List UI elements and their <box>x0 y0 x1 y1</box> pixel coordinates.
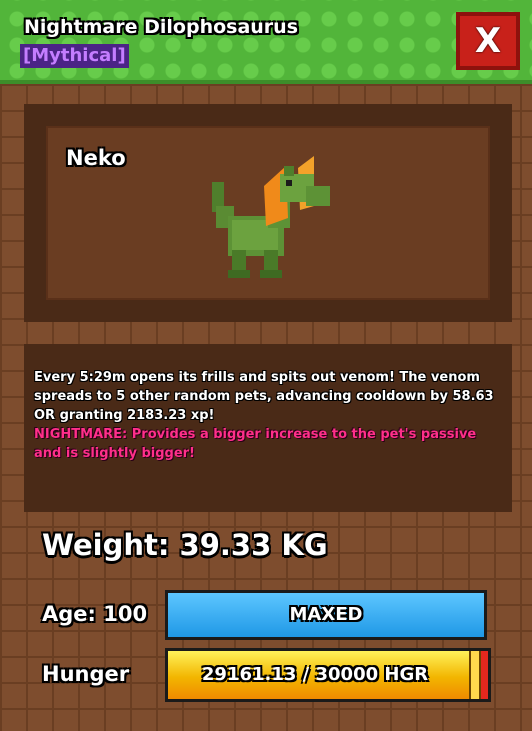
age-progress-bar: MAXED <box>165 590 487 640</box>
hunger-marker <box>469 651 481 699</box>
age-label: Age: 100 <box>42 602 148 626</box>
ability-description: Every 5:29m opens its frills and spits o… <box>34 370 494 423</box>
nightmare-prefix: NIGHTMARE <box>34 427 123 442</box>
nightmare-description: NIGHTMARE: Provides a bigger increase to… <box>34 425 498 463</box>
rarity-badge: [Mythical] <box>20 44 129 68</box>
description-panel: Every 5:29m opens its frills and spits o… <box>24 344 512 512</box>
hunger-bar-text: 29161.13 / 30000 HGR <box>201 664 429 685</box>
age-bar-text: MAXED <box>289 604 363 625</box>
pet-display-inner: Neko <box>46 126 490 300</box>
dilophosaurus-pet-icon <box>212 156 330 278</box>
hunger-progress-bar: 29161.13 / 30000 HGR <box>165 648 491 702</box>
pet-title: Nightmare Dilophosaurus <box>24 16 299 38</box>
pet-display-panel: Neko <box>24 104 512 322</box>
close-button[interactable]: X <box>456 12 520 70</box>
hunger-label: Hunger <box>42 662 130 686</box>
pet-name: Neko <box>66 146 126 170</box>
header-bar <box>0 0 532 84</box>
weight-stat: Weight: 39.33 KG <box>42 528 328 562</box>
